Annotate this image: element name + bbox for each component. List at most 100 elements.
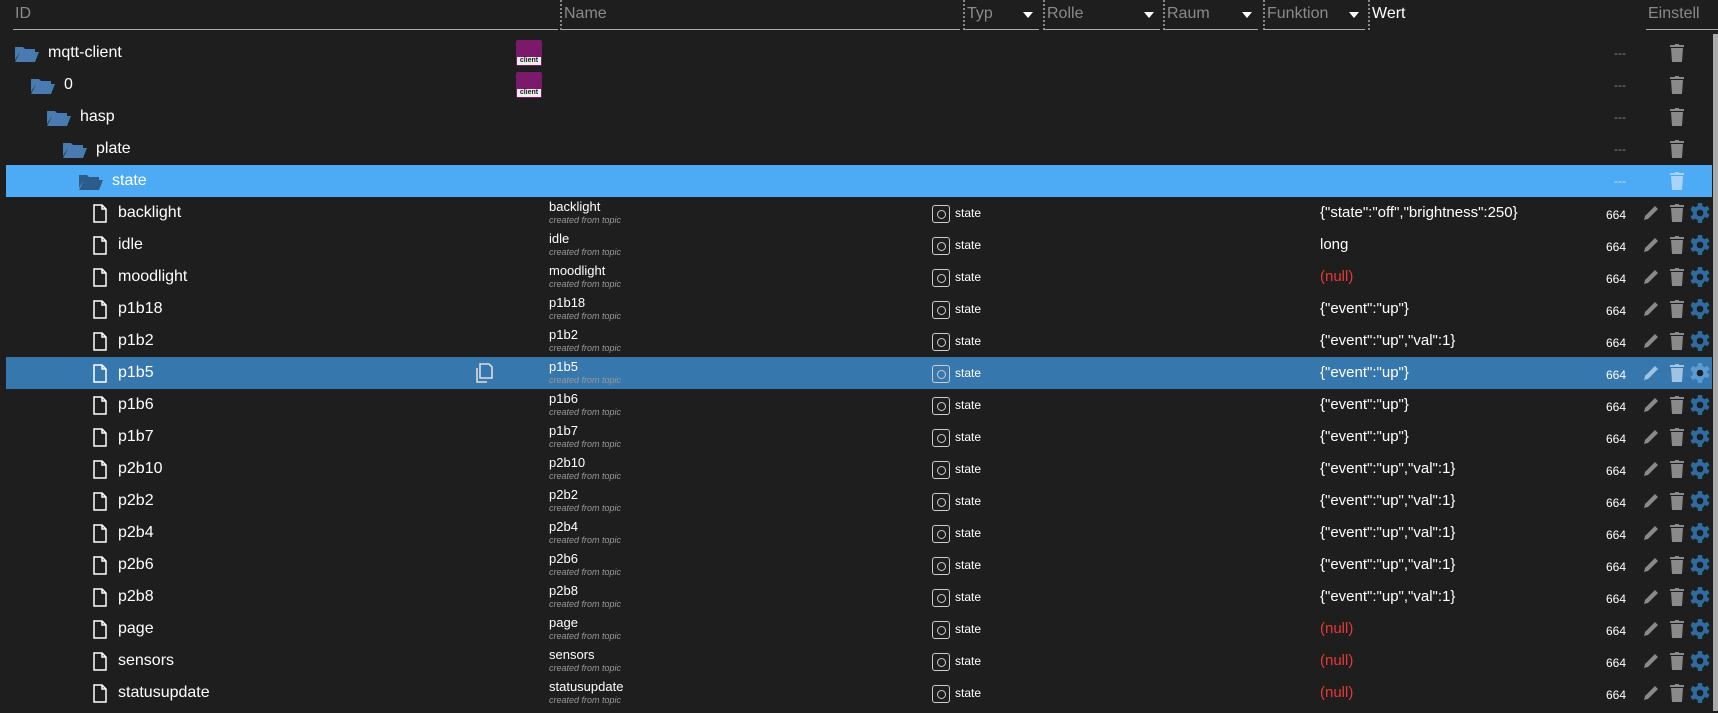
state-value[interactable]: {"event":"up","val":1} [1320,549,1455,581]
state-name[interactable]: p1b5 created from topic [549,359,621,386]
delete-icon[interactable] [1670,268,1684,291]
table-row[interactable]: p2b2 p2b2 created from topic state {"even… [6,485,1712,517]
table-row[interactable]: p1b7 p1b7 created from topic state {"even… [6,421,1712,453]
state-name[interactable]: moodlight created from topic [549,263,621,290]
state-name[interactable]: page created from topic [549,615,621,642]
gear-icon[interactable] [1690,203,1710,228]
tree-row-folder[interactable]: state --- [6,165,1712,197]
state-name[interactable]: p1b7 created from topic [549,423,621,450]
tree-row-folder[interactable]: hasp --- [6,101,1712,133]
tree-row-folder[interactable]: plate --- [6,133,1712,165]
delete-icon[interactable] [1670,556,1684,579]
edit-icon[interactable] [1642,300,1660,323]
column-value[interactable]: Wert [1368,0,1488,30]
scrollbar[interactable] [1713,34,1718,711]
folder-open-icon[interactable] [63,142,87,158]
folder-open-icon[interactable] [79,174,103,190]
delete-icon[interactable] [1670,140,1684,163]
delete-icon[interactable] [1670,396,1684,419]
delete-icon[interactable] [1670,684,1684,707]
state-name[interactable]: idle created from topic [549,231,621,258]
delete-icon[interactable] [1670,300,1684,323]
delete-icon[interactable] [1670,588,1684,611]
state-name[interactable]: p2b2 created from topic [549,487,621,514]
table-row[interactable]: p2b8 p2b8 created from topic state {"even… [6,581,1712,613]
table-row[interactable]: moodlight moodlight created from topic st… [6,261,1712,293]
edit-icon[interactable] [1642,236,1660,259]
table-row[interactable]: idle idle created from topic state long 6… [6,229,1712,261]
delete-icon[interactable] [1670,172,1684,195]
table-row[interactable]: backlight backlight created from topic st… [6,197,1712,229]
gear-icon[interactable] [1690,523,1710,548]
gear-icon[interactable] [1690,363,1710,388]
copy-icon[interactable] [475,363,493,388]
column-type-filter[interactable]: Typ [963,0,1039,30]
gear-icon[interactable] [1690,395,1710,420]
column-name[interactable]: Name [560,0,960,30]
gear-icon[interactable] [1690,267,1710,292]
edit-icon[interactable] [1642,588,1660,611]
state-value[interactable]: {"event":"up"} [1320,357,1409,389]
gear-icon[interactable] [1690,587,1710,612]
state-name[interactable]: p1b6 created from topic [549,391,621,418]
edit-icon[interactable] [1642,524,1660,547]
state-value[interactable]: {"event":"up","val":1} [1320,325,1455,357]
edit-icon[interactable] [1642,492,1660,515]
state-value[interactable]: {"event":"up","val":1} [1320,581,1455,613]
state-name[interactable]: statusupdate created from topic [549,679,623,706]
delete-icon[interactable] [1670,652,1684,675]
state-value[interactable]: (null) [1320,677,1353,709]
gear-icon[interactable] [1690,651,1710,676]
state-value[interactable]: {"event":"up","val":1} [1320,453,1455,485]
table-row[interactable]: p2b10 p2b10 created from topic state {"ev… [6,453,1712,485]
tree-row-folder[interactable]: mqtt-client client --- [6,37,1712,69]
delete-icon[interactable] [1670,524,1684,547]
edit-icon[interactable] [1642,332,1660,355]
table-row[interactable]: p2b6 p2b6 created from topic state {"even… [6,549,1712,581]
column-settings[interactable]: Einstell [1646,0,1718,30]
gear-icon[interactable] [1690,555,1710,580]
state-name[interactable]: p1b2 created from topic [549,327,621,354]
state-value[interactable]: long [1320,229,1348,261]
state-name[interactable]: p2b10 created from topic [549,455,621,482]
state-name[interactable]: backlight created from topic [549,199,621,226]
state-value[interactable]: (null) [1320,645,1353,677]
tree-row-folder[interactable]: 0 client --- [6,69,1712,101]
table-row[interactable]: sensors sensors created from topic state … [6,645,1712,677]
state-value[interactable]: {"event":"up"} [1320,389,1409,421]
state-value[interactable]: (null) [1320,613,1353,645]
table-row[interactable]: p1b18 p1b18 created from topic state {"ev… [6,293,1712,325]
folder-open-icon[interactable] [47,110,71,126]
gear-icon[interactable] [1690,459,1710,484]
edit-icon[interactable] [1642,428,1660,451]
edit-icon[interactable] [1642,460,1660,483]
column-function-filter[interactable]: Funktion [1263,0,1365,30]
table-row[interactable]: p1b6 p1b6 created from topic state {"even… [6,389,1712,421]
delete-icon[interactable] [1670,364,1684,387]
folder-open-icon[interactable] [31,78,55,94]
delete-icon[interactable] [1670,236,1684,259]
table-row[interactable]: p1b2 p1b2 created from topic state {"even… [6,325,1712,357]
delete-icon[interactable] [1670,204,1684,227]
delete-icon[interactable] [1670,428,1684,451]
state-value[interactable]: {"event":"up","val":1} [1320,485,1455,517]
delete-icon[interactable] [1670,492,1684,515]
state-name[interactable]: p2b8 created from topic [549,583,621,610]
gear-icon[interactable] [1690,619,1710,644]
column-role-filter[interactable]: Rolle [1043,0,1160,30]
edit-icon[interactable] [1642,396,1660,419]
column-room-filter[interactable]: Raum [1163,0,1258,30]
column-id[interactable]: ID [13,0,558,30]
gear-icon[interactable] [1690,299,1710,324]
state-value[interactable]: {"event":"up"} [1320,421,1409,453]
table-row[interactable]: p1b5 p1b5 created from topic state {"even… [6,357,1712,389]
state-value[interactable]: (null) [1320,261,1353,293]
edit-icon[interactable] [1642,556,1660,579]
gear-icon[interactable] [1690,427,1710,452]
edit-icon[interactable] [1642,620,1660,643]
state-value[interactable]: {"event":"up"} [1320,293,1409,325]
edit-icon[interactable] [1642,684,1660,707]
delete-icon[interactable] [1670,620,1684,643]
gear-icon[interactable] [1690,491,1710,516]
gear-icon[interactable] [1690,683,1710,708]
